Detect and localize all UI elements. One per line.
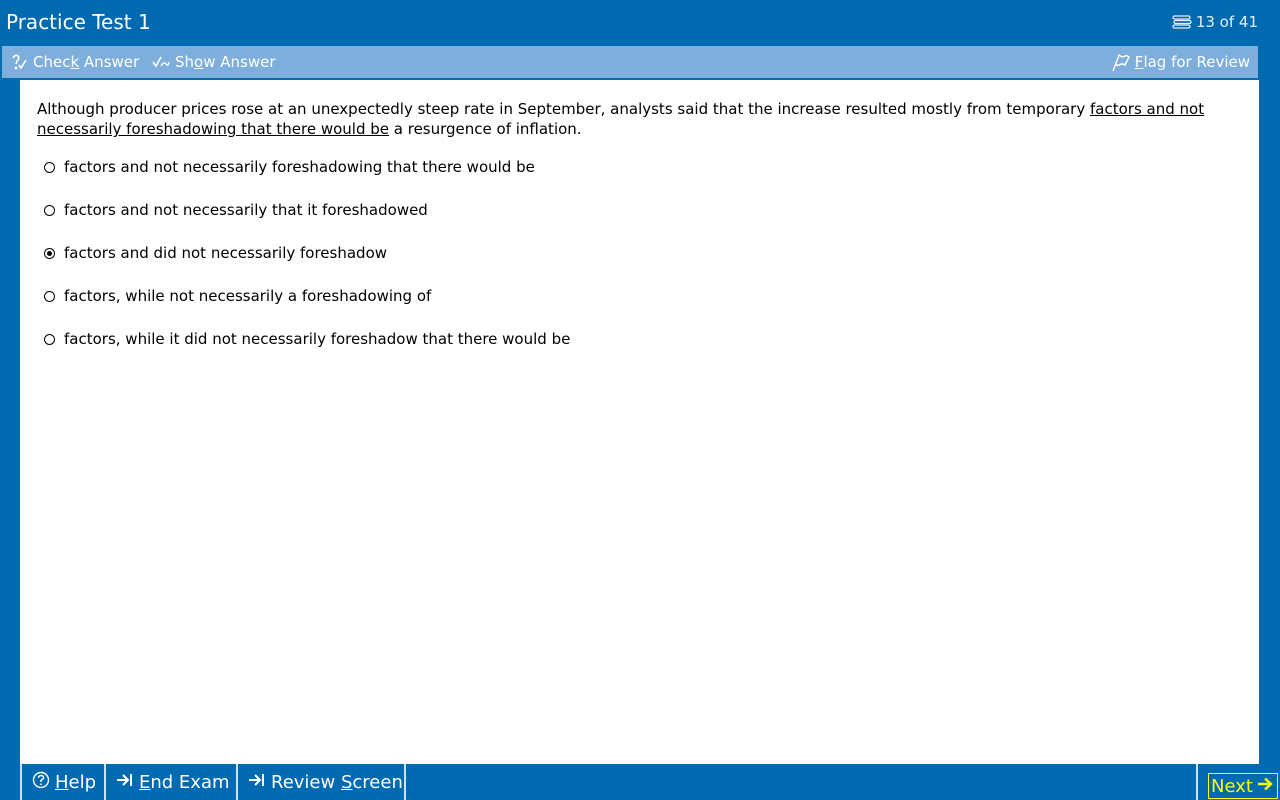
radio-button[interactable] <box>44 161 55 173</box>
radio-button[interactable] <box>44 290 55 302</box>
radio-button[interactable] <box>44 204 55 216</box>
answer-option-label: factors, while it did not necessarily fo… <box>64 330 571 348</box>
answer-option-label: factors and not necessarily foreshadowin… <box>64 158 535 176</box>
end-exam-button[interactable]: End Exam <box>104 764 236 800</box>
question-toolbar: Check Answer Show Answer Flag for Review <box>2 46 1258 78</box>
review-screen-label: Review Screen <box>271 771 403 793</box>
show-answer-label: Show Answer <box>175 53 276 71</box>
help-circle-icon <box>32 771 50 794</box>
exam-title: Practice Test 1 <box>6 10 151 34</box>
flag-icon <box>1110 52 1130 72</box>
answer-option-c[interactable]: factors and did not necessarily foreshad… <box>44 242 387 264</box>
review-arrow-icon <box>248 772 266 793</box>
flag-for-review-label: Flag for Review <box>1134 53 1250 71</box>
question-progress: 13 of 41 <box>1172 13 1258 31</box>
question-panel: Although producer prices rose at an unex… <box>20 80 1259 764</box>
answer-option-a[interactable]: factors and not necessarily foreshadowin… <box>44 156 535 178</box>
right-arrow-icon <box>1257 776 1275 797</box>
stack-icon <box>1172 15 1192 29</box>
end-exam-arrow-icon <box>116 772 134 793</box>
flag-for-review-button[interactable]: Flag for Review <box>1110 46 1250 78</box>
help-button[interactable]: Help <box>20 764 104 800</box>
question-stem: Although producer prices rose at an unex… <box>37 100 1205 138</box>
review-screen-button[interactable]: Review Screen <box>236 764 406 800</box>
answer-option-label: factors, while not necessarily a foresha… <box>64 287 432 305</box>
next-button-container: Next <box>1196 764 1280 800</box>
answer-option-label: factors and did not necessarily foreshad… <box>64 244 388 262</box>
radio-button[interactable] <box>44 333 55 345</box>
show-answer-button[interactable]: Show Answer <box>150 46 276 78</box>
answer-option-label: factors and not necessarily that it fore… <box>64 201 428 219</box>
bottom-navigation-bar: Help End Exam Review Screen Next <box>20 764 1280 800</box>
show-answer-icon <box>150 52 170 72</box>
check-answer-label: Check Answer <box>33 53 140 71</box>
answer-option-b[interactable]: factors and not necessarily that it fore… <box>44 199 428 221</box>
check-answer-icon <box>10 52 28 72</box>
end-exam-label: End Exam <box>139 771 230 793</box>
next-label: Next <box>1211 775 1253 797</box>
check-answer-button[interactable]: Check Answer <box>10 46 139 78</box>
next-button[interactable]: Next <box>1208 773 1278 799</box>
title-bar: Practice Test 1 13 of 41 <box>0 0 1280 44</box>
help-label: Help <box>55 771 97 793</box>
answer-option-d[interactable]: factors, while not necessarily a foresha… <box>44 285 431 307</box>
answer-option-e[interactable]: factors, while it did not necessarily fo… <box>44 328 570 350</box>
radio-button-selected[interactable] <box>44 247 55 259</box>
progress-text: 13 of 41 <box>1195 13 1258 31</box>
